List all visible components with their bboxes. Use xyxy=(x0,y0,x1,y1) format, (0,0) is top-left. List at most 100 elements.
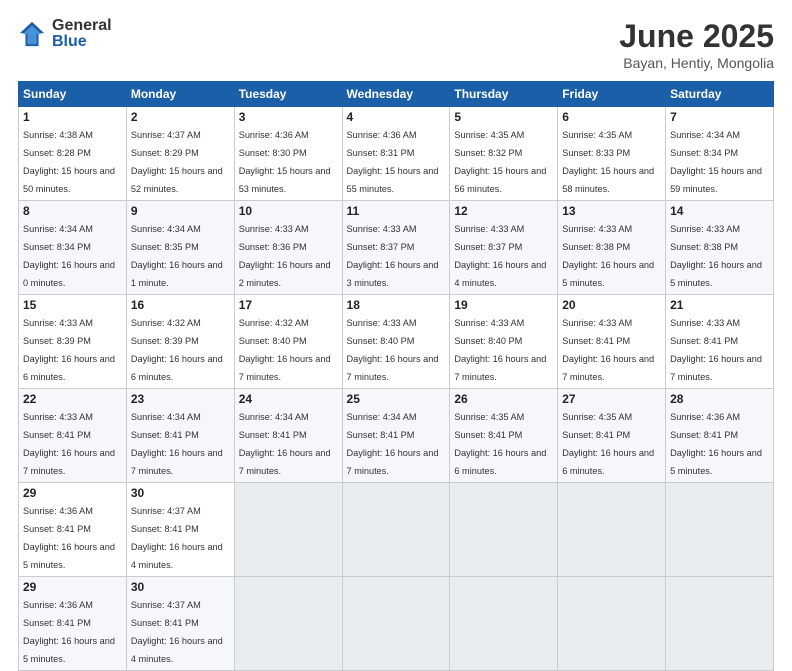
day-info: Sunrise: 4:36 AMSunset: 8:31 PMDaylight:… xyxy=(347,130,439,194)
calendar-week-4: 22 Sunrise: 4:33 AMSunset: 8:41 PMDayligh… xyxy=(19,389,774,483)
table-row: 4 Sunrise: 4:36 AMSunset: 8:31 PMDaylight… xyxy=(342,107,450,201)
day-number: 22 xyxy=(23,392,122,406)
table-row: 22 Sunrise: 4:33 AMSunset: 8:41 PMDayligh… xyxy=(19,389,127,483)
table-row xyxy=(234,483,342,577)
day-number: 28 xyxy=(670,392,769,406)
day-number: 12 xyxy=(454,204,553,218)
day-number: 23 xyxy=(131,392,230,406)
day-info: Sunrise: 4:33 AMSunset: 8:37 PMDaylight:… xyxy=(454,224,546,288)
calendar-week-6: 29 Sunrise: 4:36 AMSunset: 8:41 PMDayligh… xyxy=(19,577,774,671)
table-row xyxy=(666,483,774,577)
day-number: 10 xyxy=(239,204,338,218)
day-info: Sunrise: 4:33 AMSunset: 8:41 PMDaylight:… xyxy=(670,318,762,382)
day-number: 29 xyxy=(23,486,122,500)
location-subtitle: Bayan, Hentiy, Mongolia xyxy=(619,55,774,71)
table-row xyxy=(666,577,774,671)
day-info: Sunrise: 4:36 AMSunset: 8:41 PMDaylight:… xyxy=(670,412,762,476)
day-info: Sunrise: 4:33 AMSunset: 8:37 PMDaylight:… xyxy=(347,224,439,288)
day-number: 5 xyxy=(454,110,553,124)
day-info: Sunrise: 4:32 AMSunset: 8:39 PMDaylight:… xyxy=(131,318,223,382)
page: General Blue June 2025 Bayan, Hentiy, Mo… xyxy=(0,0,792,612)
day-number: 16 xyxy=(131,298,230,312)
table-row: 27Sunrise: 4:35 AMSunset: 8:41 PMDayligh… xyxy=(558,389,666,483)
col-friday: Friday xyxy=(558,82,666,107)
table-row: 3 Sunrise: 4:36 AMSunset: 8:30 PMDaylight… xyxy=(234,107,342,201)
calendar-week-1: 1Sunrise: 4:38 AMSunset: 8:28 PMDaylight… xyxy=(19,107,774,201)
table-row: 6Sunrise: 4:35 AMSunset: 8:33 PMDaylight… xyxy=(558,107,666,201)
day-number: 15 xyxy=(23,298,122,312)
table-row: 30Sunrise: 4:37 AMSunset: 8:41 PMDayligh… xyxy=(126,577,234,671)
day-number: 14 xyxy=(670,204,769,218)
day-number: 3 xyxy=(239,110,338,124)
day-number: 11 xyxy=(347,204,446,218)
table-row: 11 Sunrise: 4:33 AMSunset: 8:37 PMDayligh… xyxy=(342,201,450,295)
logo-text: General Blue xyxy=(52,18,112,50)
table-row xyxy=(558,577,666,671)
col-wednesday: Wednesday xyxy=(342,82,450,107)
calendar-week-3: 15Sunrise: 4:33 AMSunset: 8:39 PMDayligh… xyxy=(19,295,774,389)
day-number: 24 xyxy=(239,392,338,406)
table-row: 29 Sunrise: 4:36 AMSunset: 8:41 PMDayligh… xyxy=(19,483,127,577)
month-title: June 2025 xyxy=(619,18,774,55)
table-row: 8 Sunrise: 4:34 AMSunset: 8:34 PMDaylight… xyxy=(19,201,127,295)
table-row: 24 Sunrise: 4:34 AMSunset: 8:41 PMDayligh… xyxy=(234,389,342,483)
logo-icon xyxy=(18,20,46,48)
day-number: 17 xyxy=(239,298,338,312)
table-row: 26Sunrise: 4:35 AMSunset: 8:41 PMDayligh… xyxy=(450,389,558,483)
table-row: 1Sunrise: 4:38 AMSunset: 8:28 PMDaylight… xyxy=(19,107,127,201)
day-info: Sunrise: 4:33 AMSunset: 8:38 PMDaylight:… xyxy=(562,224,654,288)
title-block: June 2025 Bayan, Hentiy, Mongolia xyxy=(619,18,774,71)
table-row: 5 Sunrise: 4:35 AMSunset: 8:32 PMDaylight… xyxy=(450,107,558,201)
day-number: 30 xyxy=(131,486,230,500)
col-sunday: Sunday xyxy=(19,82,127,107)
table-row: 16 Sunrise: 4:32 AMSunset: 8:39 PMDayligh… xyxy=(126,295,234,389)
table-row: 29 Sunrise: 4:36 AMSunset: 8:41 PMDayligh… xyxy=(19,577,127,671)
day-info: Sunrise: 4:34 AMSunset: 8:34 PMDaylight:… xyxy=(670,130,762,194)
day-number: 9 xyxy=(131,204,230,218)
day-info: Sunrise: 4:35 AMSunset: 8:41 PMDaylight:… xyxy=(562,412,654,476)
table-row: 18Sunrise: 4:33 AMSunset: 8:40 PMDayligh… xyxy=(342,295,450,389)
col-tuesday: Tuesday xyxy=(234,82,342,107)
day-number: 30 xyxy=(131,580,230,594)
header: General Blue June 2025 Bayan, Hentiy, Mo… xyxy=(18,18,774,71)
day-info: Sunrise: 4:37 AMSunset: 8:41 PMDaylight:… xyxy=(131,506,223,570)
day-info: Sunrise: 4:33 AMSunset: 8:36 PMDaylight:… xyxy=(239,224,331,288)
day-number: 8 xyxy=(23,204,122,218)
day-number: 7 xyxy=(670,110,769,124)
day-info: Sunrise: 4:34 AMSunset: 8:41 PMDaylight:… xyxy=(239,412,331,476)
day-info: Sunrise: 4:38 AMSunset: 8:28 PMDaylight:… xyxy=(23,130,115,194)
table-row: 13Sunrise: 4:33 AMSunset: 8:38 PMDayligh… xyxy=(558,201,666,295)
day-number: 19 xyxy=(454,298,553,312)
day-info: Sunrise: 4:35 AMSunset: 8:32 PMDaylight:… xyxy=(454,130,546,194)
day-info: Sunrise: 4:36 AMSunset: 8:41 PMDaylight:… xyxy=(23,506,115,570)
table-row: 12 Sunrise: 4:33 AMSunset: 8:37 PMDayligh… xyxy=(450,201,558,295)
logo-general: General xyxy=(52,18,112,34)
table-row: 10 Sunrise: 4:33 AMSunset: 8:36 PMDayligh… xyxy=(234,201,342,295)
day-number: 29 xyxy=(23,580,122,594)
day-info: Sunrise: 4:35 AMSunset: 8:41 PMDaylight:… xyxy=(454,412,546,476)
table-row: 7 Sunrise: 4:34 AMSunset: 8:34 PMDaylight… xyxy=(666,107,774,201)
table-row: 21 Sunrise: 4:33 AMSunset: 8:41 PMDayligh… xyxy=(666,295,774,389)
day-number: 2 xyxy=(131,110,230,124)
day-info: Sunrise: 4:33 AMSunset: 8:40 PMDaylight:… xyxy=(347,318,439,382)
day-info: Sunrise: 4:34 AMSunset: 8:41 PMDaylight:… xyxy=(131,412,223,476)
table-row xyxy=(342,483,450,577)
day-number: 21 xyxy=(670,298,769,312)
table-row xyxy=(558,483,666,577)
day-info: Sunrise: 4:34 AMSunset: 8:34 PMDaylight:… xyxy=(23,224,115,288)
table-row: 9Sunrise: 4:34 AMSunset: 8:35 PMDaylight… xyxy=(126,201,234,295)
day-info: Sunrise: 4:33 AMSunset: 8:38 PMDaylight:… xyxy=(670,224,762,288)
day-info: Sunrise: 4:36 AMSunset: 8:30 PMDaylight:… xyxy=(239,130,331,194)
calendar-week-2: 8 Sunrise: 4:34 AMSunset: 8:34 PMDaylight… xyxy=(19,201,774,295)
table-row: 2Sunrise: 4:37 AMSunset: 8:29 PMDaylight… xyxy=(126,107,234,201)
table-row xyxy=(450,577,558,671)
table-row: 23 Sunrise: 4:34 AMSunset: 8:41 PMDayligh… xyxy=(126,389,234,483)
day-info: Sunrise: 4:33 AMSunset: 8:41 PMDaylight:… xyxy=(23,412,115,476)
calendar: Sunday Monday Tuesday Wednesday Thursday… xyxy=(18,81,774,671)
day-number: 4 xyxy=(347,110,446,124)
day-number: 25 xyxy=(347,392,446,406)
day-info: Sunrise: 4:33 AMSunset: 8:41 PMDaylight:… xyxy=(562,318,654,382)
col-thursday: Thursday xyxy=(450,82,558,107)
day-number: 6 xyxy=(562,110,661,124)
day-info: Sunrise: 4:36 AMSunset: 8:41 PMDaylight:… xyxy=(23,600,115,664)
